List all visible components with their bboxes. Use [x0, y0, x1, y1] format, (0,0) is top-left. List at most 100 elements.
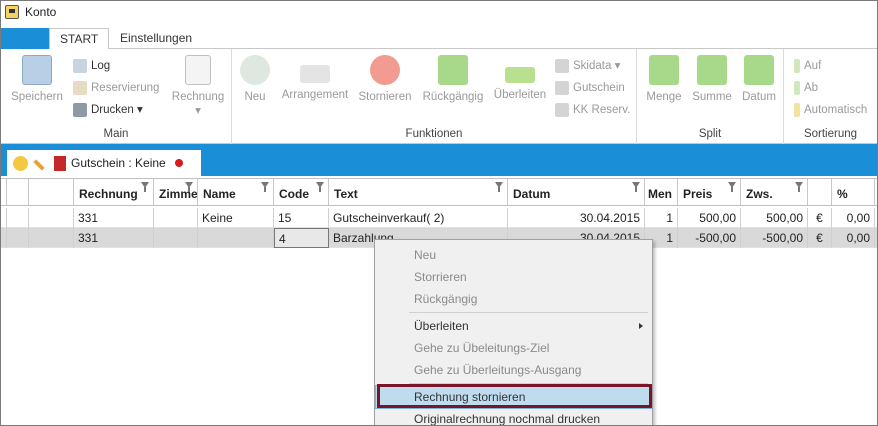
- arrangement-button[interactable]: Arrangement: [279, 55, 351, 101]
- cell-rechnung[interactable]: 331: [74, 208, 154, 228]
- pencil-icon[interactable]: [33, 159, 45, 171]
- sort-automatisch-button[interactable]: Automatisch: [794, 101, 867, 119]
- cell-code[interactable]: 4: [274, 228, 329, 248]
- filter-icon[interactable]: [795, 182, 803, 192]
- split-calendar-icon: [744, 55, 774, 85]
- select-column-header: [7, 179, 29, 205]
- cell-name[interactable]: [198, 228, 274, 248]
- column-header-rechnung[interactable]: Rechnung: [74, 179, 154, 205]
- column-header-name[interactable]: Name: [198, 179, 274, 205]
- filter-icon[interactable]: [495, 182, 503, 192]
- cell-currency[interactable]: €: [808, 228, 832, 248]
- skidata-button[interactable]: Skidata ▾: [555, 57, 620, 75]
- cell-text[interactable]: Gutscheinverkauf( 2): [329, 208, 508, 228]
- column-header-preis[interactable]: Preis: [678, 179, 741, 205]
- menu-item-gehe-zu-ausgang[interactable]: Gehe zu Überleitungs-Ausgang: [376, 359, 651, 381]
- column-header-zws[interactable]: Zws.: [741, 179, 808, 205]
- cell-zws[interactable]: 500,00: [741, 208, 808, 228]
- group-sortierung: Auf Ab Automatisch Sortierung: [784, 49, 877, 144]
- group-funktionen: Neu Arrangement Stornieren Rückgängig Üb…: [232, 49, 637, 144]
- menu-item-neu[interactable]: Neu: [376, 244, 651, 266]
- arrow-up-icon: [794, 58, 800, 73]
- sort-auf-button[interactable]: Auf: [794, 57, 821, 75]
- title-bar: Konto: [1, 1, 877, 23]
- ueberleiten-button[interactable]: Überleiten: [491, 55, 549, 101]
- select-cell: [7, 208, 29, 228]
- column-header-percent[interactable]: %: [832, 179, 875, 205]
- cell-rechnung[interactable]: 331: [74, 228, 154, 248]
- doc-tab-gutschein[interactable]: Gutschein : Keine: [7, 150, 201, 176]
- group-label-split: Split: [698, 128, 722, 140]
- smiley-icon: [13, 155, 28, 171]
- split-datum-button[interactable]: Datum: [739, 55, 779, 103]
- cell-preis[interactable]: 500,00: [678, 208, 741, 228]
- blank-column-header: [29, 179, 74, 205]
- column-header-currency[interactable]: [808, 179, 832, 205]
- cell-percent[interactable]: 0,00: [832, 228, 875, 248]
- stornieren-button[interactable]: Stornieren: [357, 55, 413, 103]
- invoice-icon: [185, 55, 211, 85]
- document-tab-strip: Gutschein : Keine: [1, 144, 877, 176]
- log-button[interactable]: Log: [73, 57, 110, 75]
- menu-item-ueberleiten[interactable]: Überleiten: [376, 315, 651, 337]
- menu-item-gehe-zu-ziel[interactable]: Gehe zu Übeleitungs-Ziel: [376, 337, 651, 359]
- column-header-zimmer[interactable]: Zimme: [154, 179, 198, 205]
- kk-reserv-button[interactable]: KK Reserv.: [555, 101, 630, 119]
- cell-name[interactable]: Keine: [198, 208, 274, 228]
- konto-window: Konto START Einstellungen Speichern Log …: [0, 0, 878, 426]
- tab-start[interactable]: START: [49, 28, 110, 50]
- menu-item-originalrechnung-drucken[interactable]: Originalrechnung nochmal drucken: [376, 408, 651, 425]
- column-header-datum[interactable]: Datum: [508, 179, 645, 205]
- book-icon: [73, 80, 87, 95]
- filter-icon[interactable]: [141, 182, 149, 192]
- filter-icon[interactable]: [632, 182, 640, 192]
- cell-code[interactable]: 15: [274, 208, 329, 228]
- filter-icon[interactable]: [728, 182, 736, 192]
- reservierung-button[interactable]: Reservierung: [73, 79, 159, 97]
- neu-button[interactable]: Neu: [238, 55, 272, 103]
- right-arrow-icon: [505, 67, 535, 83]
- file-tab[interactable]: [1, 28, 49, 49]
- group-split: Menge Summe Datum Split: [637, 49, 784, 144]
- menu-item-rechnung-stornieren[interactable]: Rechnung stornieren: [375, 385, 652, 409]
- sort-ab-button[interactable]: Ab: [794, 79, 818, 97]
- column-header-code[interactable]: Code: [274, 179, 329, 205]
- tab-einstellungen[interactable]: Einstellungen: [110, 28, 202, 50]
- cell-preis[interactable]: -500,00: [678, 228, 741, 248]
- basket-add-icon: [240, 55, 270, 85]
- cell-zimmer[interactable]: [154, 228, 198, 248]
- cell-currency[interactable]: €: [808, 208, 832, 228]
- split-menge-button[interactable]: Menge: [643, 55, 685, 103]
- split-summe-button[interactable]: Summe: [690, 55, 734, 103]
- cell-zimmer[interactable]: [154, 208, 198, 228]
- undo-arrow-icon: [438, 55, 468, 85]
- cell-menge[interactable]: 1: [645, 208, 678, 228]
- cell-datum[interactable]: 30.04.2015: [508, 208, 645, 228]
- doc-tab-label: Gutschein :: [71, 156, 136, 170]
- chevron-down-icon: ▾: [137, 104, 143, 116]
- cell-zws[interactable]: -500,00: [741, 228, 808, 248]
- menu-item-rueckgaengig[interactable]: Rückgängig: [376, 288, 651, 310]
- ribbon: Speichern Log Reservierung Drucken ▾ Rec…: [1, 49, 877, 144]
- barcode-icon: [555, 58, 569, 73]
- filter-icon[interactable]: [316, 182, 324, 192]
- filter-icon[interactable]: [185, 182, 193, 192]
- drucken-button[interactable]: Drucken ▾: [73, 101, 143, 119]
- speichern-button[interactable]: Speichern: [9, 55, 65, 103]
- calculator-icon[interactable]: [54, 155, 66, 171]
- filter-icon[interactable]: [261, 182, 269, 192]
- table-row[interactable]: 331 Keine 15 Gutscheinverkauf( 2) 30.04.…: [1, 208, 877, 228]
- context-menu: Neu Storrieren Rückgängig Überleiten Geh…: [374, 239, 653, 425]
- floppy-disk-icon: [22, 55, 52, 85]
- split-arrow-icon: [649, 55, 679, 85]
- column-header-menge[interactable]: Men: [645, 179, 678, 205]
- gutschein-button[interactable]: Gutschein: [555, 79, 625, 97]
- rueckgaengig-button[interactable]: Rückgängig: [421, 55, 485, 103]
- column-header-text[interactable]: Text: [329, 179, 508, 205]
- group-label-funktionen: Funktionen: [405, 128, 463, 140]
- menu-item-storrieren[interactable]: Storrieren: [376, 266, 651, 288]
- cell-percent[interactable]: 0,00: [832, 208, 875, 228]
- rechnung-button[interactable]: Rechnung ▾: [169, 55, 227, 117]
- arrow-down-icon: [794, 80, 800, 95]
- log-icon: [73, 58, 87, 73]
